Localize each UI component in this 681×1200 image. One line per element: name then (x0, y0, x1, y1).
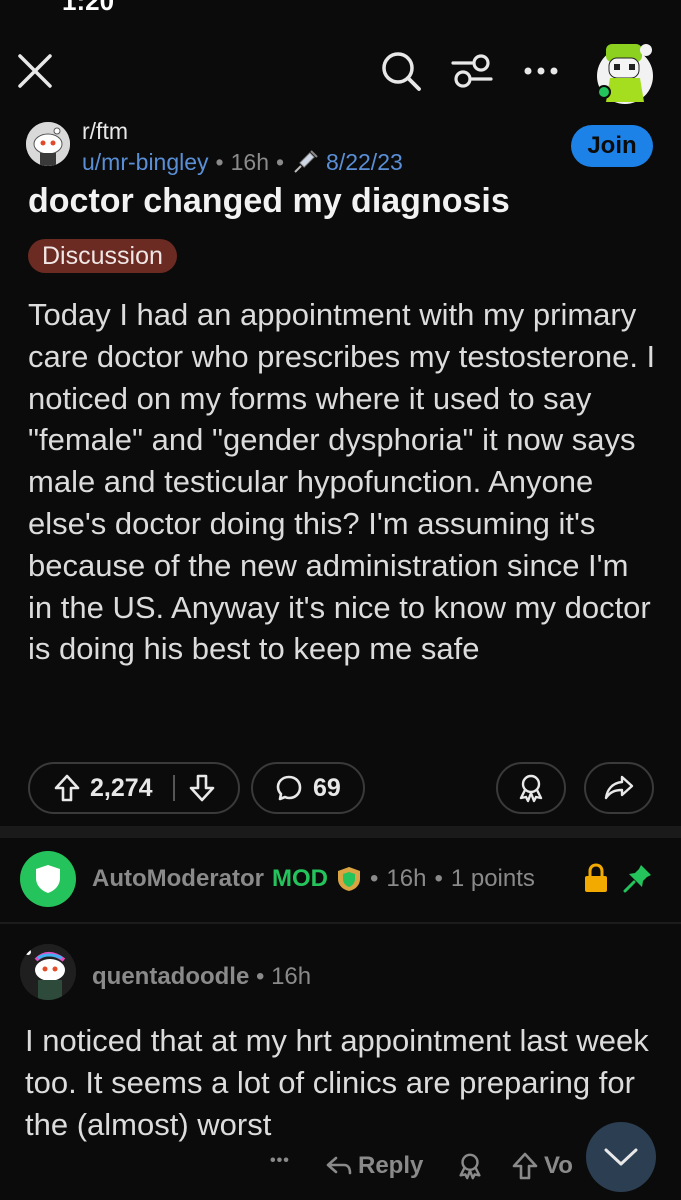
shield-icon (36, 865, 60, 893)
close-button[interactable] (12, 48, 58, 94)
comment-more-button[interactable]: ••• (270, 1152, 290, 1170)
comment-avatar[interactable] (20, 944, 76, 1000)
filter-button[interactable] (448, 48, 496, 94)
share-button[interactable] (584, 762, 654, 814)
reply-icon (326, 1156, 352, 1175)
upvote-icon[interactable] (54, 774, 80, 802)
vote-pill: 2,274 (28, 762, 240, 814)
post-body: Today I had an appointment with my prima… (28, 297, 656, 667)
vote-label: Vo (544, 1152, 573, 1179)
separator-dot: • (215, 148, 224, 175)
post-age: 16h (230, 148, 269, 175)
mod-meta: AutoModerator MOD • 16h • 1 points (92, 865, 535, 893)
post-title: doctor changed my diagnosis (28, 182, 510, 220)
top-bar (0, 30, 681, 120)
separator-dot: • (434, 865, 443, 892)
search-icon (382, 52, 421, 91)
mod-author[interactable]: AutoModerator (92, 865, 264, 893)
share-icon (604, 775, 634, 800)
scroll-next-button[interactable] (586, 1122, 656, 1192)
post-flair[interactable]: Discussion (28, 239, 177, 273)
lock-icon (585, 863, 607, 892)
subreddit-name[interactable]: r/ftm (82, 118, 128, 145)
mod-tag: MOD (271, 865, 328, 892)
comment-count: 69 (313, 773, 341, 802)
comment-vote-button[interactable]: Vo (512, 1152, 573, 1180)
post-actions: 2,274 69 (0, 762, 681, 816)
mod-avatar[interactable] (20, 851, 76, 907)
chevron-down-icon (604, 1148, 638, 1166)
more-horizontal-icon: ••• (270, 1152, 290, 1169)
comment-icon (276, 775, 302, 801)
separator-dot: • (256, 963, 265, 990)
vote-divider (172, 775, 175, 801)
syringe-icon (294, 150, 318, 173)
reply-label: Reply (358, 1152, 424, 1179)
vote-count: 2,274 (90, 773, 153, 802)
section-divider (0, 826, 681, 838)
more-horizontal-icon (524, 67, 558, 75)
award-icon (519, 774, 543, 803)
join-button[interactable]: Join (571, 125, 653, 167)
search-button[interactable] (378, 48, 424, 94)
pin-icon (623, 865, 651, 893)
status-time: 1:20 (62, 0, 115, 16)
post-author[interactable]: u/mr-bingley (82, 149, 209, 176)
reply-button[interactable]: Reply (326, 1152, 423, 1180)
mod-points: 1 points (450, 865, 535, 892)
separator-dot: • (275, 148, 285, 175)
user-avatar[interactable] (596, 40, 654, 106)
comment-actions: ••• Reply Vo (0, 1148, 681, 1188)
mod-age: 16h (386, 865, 427, 892)
comment-award-button[interactable] (456, 1152, 484, 1180)
user-flair-date: 8/22/23 (326, 148, 403, 175)
status-bar: 1:20 (0, 0, 681, 16)
comment-author[interactable]: quentadoodle (92, 963, 249, 990)
comment-body: I noticed that at my hrt appointment las… (25, 1023, 649, 1142)
award-icon (459, 1153, 481, 1180)
comments-button[interactable]: 69 (251, 762, 365, 814)
comment-meta: quentadoodle • 16h (92, 963, 311, 991)
close-icon (18, 54, 52, 88)
post-header: r/ftm u/mr-bingley • 16h • 8/22/23 Join (26, 116, 666, 186)
upvote-icon (512, 1152, 538, 1180)
comment-separator (0, 922, 681, 924)
post-meta: u/mr-bingley • 16h • 8/22/23 (82, 148, 403, 176)
sliders-icon (451, 54, 493, 88)
downvote-icon[interactable] (189, 774, 215, 802)
more-options-button[interactable] (518, 48, 564, 94)
mod-comment-collapsed[interactable]: AutoModerator MOD • 16h • 1 points (0, 848, 681, 912)
award-button[interactable] (496, 762, 566, 814)
mod-shield-badge-icon (337, 867, 360, 891)
separator-dot: • (369, 865, 379, 892)
comment-age: 16h (271, 963, 312, 990)
subreddit-avatar[interactable] (26, 122, 70, 166)
